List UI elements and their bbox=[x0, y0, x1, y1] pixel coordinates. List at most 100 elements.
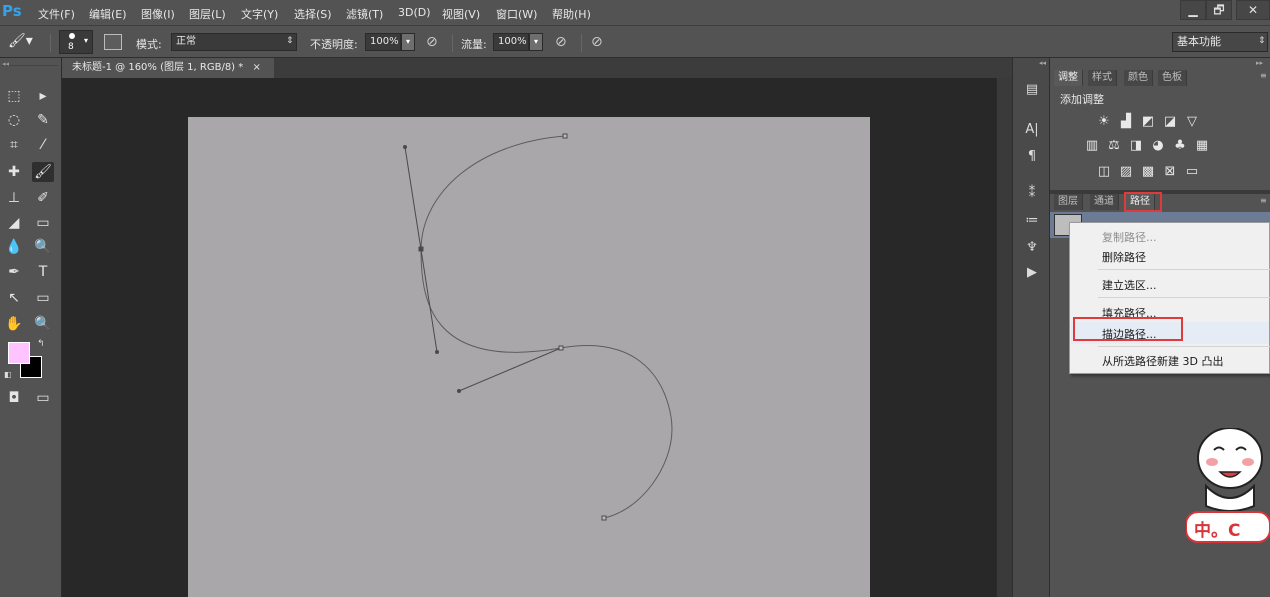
move-icon[interactable]: ▸ bbox=[32, 86, 54, 106]
levels-icon[interactable]: ▟ bbox=[1118, 114, 1134, 130]
collapse-arrows-icon[interactable]: ▸▸ bbox=[1256, 59, 1263, 67]
anchor-point bbox=[418, 246, 424, 252]
flow-dropdown[interactable]: ▾ bbox=[529, 33, 543, 51]
menu-window[interactable]: 窗口(W) bbox=[496, 6, 537, 22]
blur-icon[interactable]: 💧 bbox=[3, 237, 25, 257]
foreground-color-swatch[interactable] bbox=[8, 342, 30, 364]
opacity-dropdown[interactable]: ▾ bbox=[401, 33, 415, 51]
menu-file[interactable]: 文件(F) bbox=[38, 6, 75, 22]
color-lookup-icon[interactable]: ▦ bbox=[1194, 138, 1210, 154]
marquee-icon[interactable]: ⬚ bbox=[3, 86, 25, 106]
document-canvas[interactable] bbox=[188, 117, 870, 597]
brush-icon[interactable]: 🖌 bbox=[32, 162, 54, 182]
menu-type[interactable]: 文字(Y) bbox=[241, 6, 278, 22]
close-button[interactable]: ✕ bbox=[1236, 0, 1270, 20]
flow-input[interactable]: 100% bbox=[493, 33, 529, 51]
chevron-down-icon: ▾ bbox=[84, 36, 89, 45]
menu-3d[interactable]: 3D(D) bbox=[398, 6, 431, 19]
channel-mixer-icon[interactable]: ♣ bbox=[1172, 138, 1188, 154]
crop-icon[interactable]: ⌗ bbox=[3, 135, 25, 155]
path-select-icon[interactable]: ↖ bbox=[3, 288, 25, 308]
menu-edit[interactable]: 编辑(E) bbox=[89, 6, 127, 22]
airbrush-icon[interactable]: ⊘ bbox=[555, 34, 567, 50]
color-balance-icon[interactable]: ⚖ bbox=[1106, 138, 1122, 154]
brush-presets-icon[interactable]: ⁑ bbox=[1021, 184, 1043, 204]
healing-icon[interactable]: ✚ bbox=[3, 162, 25, 182]
selective-color-icon[interactable]: ⊠ bbox=[1162, 164, 1178, 180]
brush-panel-toggle-icon[interactable] bbox=[104, 34, 122, 50]
swap-colors-icon[interactable]: ↰ bbox=[37, 339, 45, 349]
tab-color[interactable]: 颜色 bbox=[1124, 70, 1153, 86]
eraser-icon[interactable]: ◢ bbox=[3, 213, 25, 233]
tab-channels[interactable]: 通道 bbox=[1090, 194, 1119, 210]
vibrance-icon[interactable]: ▽ bbox=[1184, 114, 1200, 130]
pen-icon[interactable]: ✒ bbox=[3, 262, 25, 282]
menu-filter[interactable]: 滤镜(T) bbox=[346, 6, 383, 22]
gradient-icon[interactable]: ▭ bbox=[32, 213, 54, 233]
opacity-input[interactable]: 100% bbox=[365, 33, 401, 51]
collapse-arrows-icon[interactable]: ◂◂ bbox=[1039, 59, 1046, 67]
brush-settings-icon[interactable]: ≔ bbox=[1021, 211, 1043, 231]
panel-menu-icon[interactable]: ≡ bbox=[1260, 196, 1267, 205]
photo-filter-icon[interactable]: ◕ bbox=[1150, 138, 1166, 154]
actions-play-icon[interactable]: ▶ bbox=[1021, 263, 1043, 283]
menu-new-3d-extrusion[interactable]: 从所选路径新建 3D 凸出 bbox=[1102, 353, 1223, 369]
tab-layers[interactable]: 图层 bbox=[1054, 194, 1083, 210]
panel-icon-strip: ◂◂ ▤ A| ¶ ⁑ ≔ ♆ ▶ bbox=[1012, 58, 1050, 597]
clone-source-icon[interactable]: ♆ bbox=[1021, 238, 1043, 258]
tab-close-icon[interactable]: × bbox=[252, 62, 260, 73]
screen-mode-icon[interactable]: ▭ bbox=[32, 388, 54, 408]
menu-delete-path[interactable]: 删除路径 bbox=[1102, 249, 1146, 265]
brush-size: 8 bbox=[68, 42, 74, 52]
menu-help[interactable]: 帮助(H) bbox=[552, 6, 591, 22]
brightness-icon[interactable]: ☀ bbox=[1096, 114, 1112, 130]
dodge-icon[interactable]: 🔍 bbox=[32, 237, 54, 257]
tab-swatches[interactable]: 色板 bbox=[1158, 70, 1187, 86]
minimize-button[interactable]: ▁ bbox=[1180, 0, 1206, 20]
black-white-icon[interactable]: ◨ bbox=[1128, 138, 1144, 154]
pressure-opacity-icon[interactable]: ⊘ bbox=[426, 34, 438, 50]
gradient-map-icon[interactable]: ▭ bbox=[1184, 164, 1200, 180]
history-icon[interactable]: ▤ bbox=[1021, 80, 1043, 100]
shape-icon[interactable]: ▭ bbox=[32, 288, 54, 308]
brush-preset-picker[interactable]: 8 ▾ bbox=[59, 30, 93, 54]
posterize-icon[interactable]: ▨ bbox=[1118, 164, 1134, 180]
text-icon[interactable]: T bbox=[32, 262, 54, 282]
menu-view[interactable]: 视图(V) bbox=[442, 6, 480, 22]
workspace-select[interactable]: 基本功能 bbox=[1172, 32, 1268, 52]
history-brush-icon[interactable]: ✐ bbox=[32, 188, 54, 208]
brush-dot-icon bbox=[69, 33, 75, 39]
mode-select[interactable]: 正常 bbox=[171, 33, 297, 51]
tab-adjustments[interactable]: 调整 bbox=[1054, 70, 1083, 86]
lasso-icon[interactable]: ◌ bbox=[3, 110, 25, 130]
path-drawing[interactable] bbox=[188, 117, 870, 597]
quick-mask-icon[interactable]: ◘ bbox=[3, 388, 25, 408]
document-tab[interactable]: 未标题-1 @ 160% (图层 1, RGB/8) * × bbox=[62, 58, 274, 78]
tab-styles[interactable]: 样式 bbox=[1088, 70, 1117, 86]
hue-sat-icon[interactable]: ▥ bbox=[1084, 138, 1100, 154]
menu-select[interactable]: 选择(S) bbox=[294, 6, 332, 22]
brush-tool-icon[interactable]: 🖌▾ bbox=[8, 33, 38, 51]
mascot-watermark: 中。C bbox=[1185, 427, 1270, 546]
character-icon[interactable]: A| bbox=[1021, 120, 1043, 140]
eyedropper-icon[interactable]: ⁄ bbox=[32, 135, 54, 155]
menu-layer[interactable]: 图层(L) bbox=[189, 6, 226, 22]
threshold-icon[interactable]: ▩ bbox=[1140, 164, 1156, 180]
menu-separator bbox=[1098, 269, 1270, 270]
hand-icon[interactable]: ✋ bbox=[3, 314, 25, 334]
invert-icon[interactable]: ◫ bbox=[1096, 164, 1112, 180]
restore-button[interactable]: 🗗 bbox=[1206, 0, 1232, 20]
curves-icon[interactable]: ◩ bbox=[1140, 114, 1156, 130]
stamp-icon[interactable]: ⊥ bbox=[3, 188, 25, 208]
zoom-icon[interactable]: 🔍 bbox=[32, 314, 54, 334]
vertical-scrollbar[interactable] bbox=[996, 78, 1012, 597]
default-colors-icon[interactable]: ◧ bbox=[4, 370, 12, 379]
menu-image[interactable]: 图像(I) bbox=[141, 6, 175, 22]
panel-menu-icon[interactable]: ≡ bbox=[1260, 71, 1267, 80]
menu-make-selection[interactable]: 建立选区... bbox=[1102, 277, 1157, 293]
stroke-path-highlight bbox=[1073, 317, 1183, 341]
exposure-icon[interactable]: ◪ bbox=[1162, 114, 1178, 130]
quick-select-icon[interactable]: ✎ bbox=[32, 110, 54, 130]
pressure-size-icon[interactable]: ⊘ bbox=[591, 34, 603, 50]
paragraph-icon[interactable]: ¶ bbox=[1021, 147, 1043, 167]
